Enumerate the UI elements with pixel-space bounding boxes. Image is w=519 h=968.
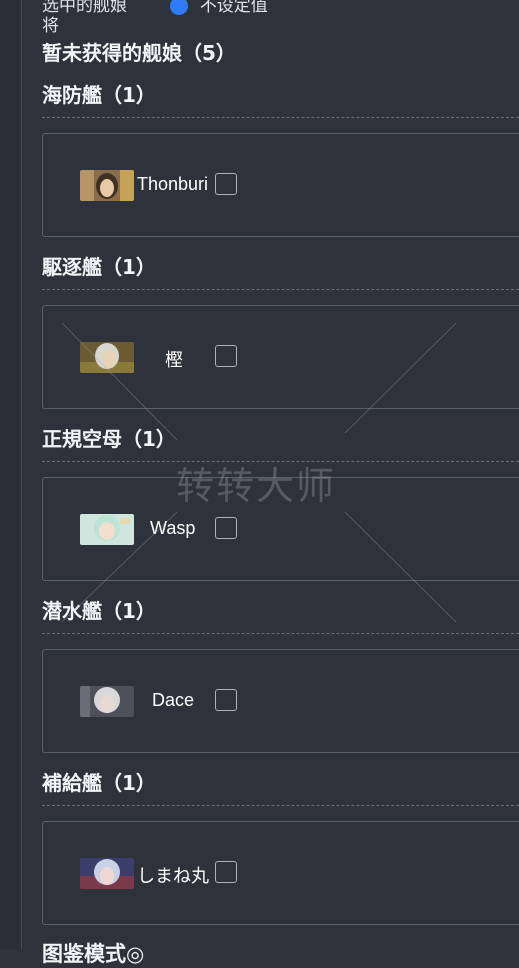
avatar-image [80,342,134,373]
ship-checkbox[interactable] [215,861,237,883]
left-rail [0,0,22,949]
section-heading: 補給艦（1） [42,765,519,806]
ship-card[interactable]: Dace [42,649,519,753]
ship-name: Wasp [150,518,196,538]
section-kaibokan: 海防艦（1） Thonburi [42,77,519,237]
radio-label[interactable]: 不设定值 [200,0,268,16]
radio-selected[interactable] [170,0,189,15]
ship-checkbox[interactable] [215,173,237,195]
section-heading: 正規空母（1） [42,421,519,462]
ship-card[interactable]: Wasp [42,477,519,581]
ship-avatar [80,342,134,373]
avatar-image [80,170,134,201]
avatar-image [80,514,134,545]
section-submarine: 潜水艦（1） Dace [42,593,519,753]
section-heading: 潜水艦（1） [42,593,519,634]
top-line2: 将 [42,16,59,36]
ship-avatar [80,858,134,889]
ship-avatar [80,686,134,717]
section-supply: 補給艦（1） しまね丸 [42,765,519,925]
avatar-image [80,686,134,717]
section-destroyer: 駆逐艦（1） 樫 [42,249,519,409]
top-partial-row: 选中的舰娘 不设定值 [42,0,268,16]
section-carrier: 正規空母（1） Wasp [42,421,519,581]
ship-card[interactable]: 樫 [42,305,519,409]
partial-heading: 图鉴模式◎ [42,942,145,966]
section-heading: 駆逐艦（1） [42,249,519,290]
page-title: 暂未获得的舰娘（5） [42,41,236,65]
ship-name: 樫 [165,350,183,370]
ship-card[interactable]: Thonburi [42,133,519,237]
ship-checkbox[interactable] [215,345,237,367]
ship-name: しまね丸 [137,866,209,886]
ship-avatar [80,170,134,201]
ship-avatar [80,514,134,545]
ship-name: Dace [152,690,195,710]
ship-card[interactable]: しまね丸 [42,821,519,925]
ship-name: Thonburi [137,174,209,194]
avatar-image [80,858,134,889]
section-heading: 海防艦（1） [42,77,519,118]
ship-checkbox[interactable] [215,517,237,539]
ship-checkbox[interactable] [215,689,237,711]
